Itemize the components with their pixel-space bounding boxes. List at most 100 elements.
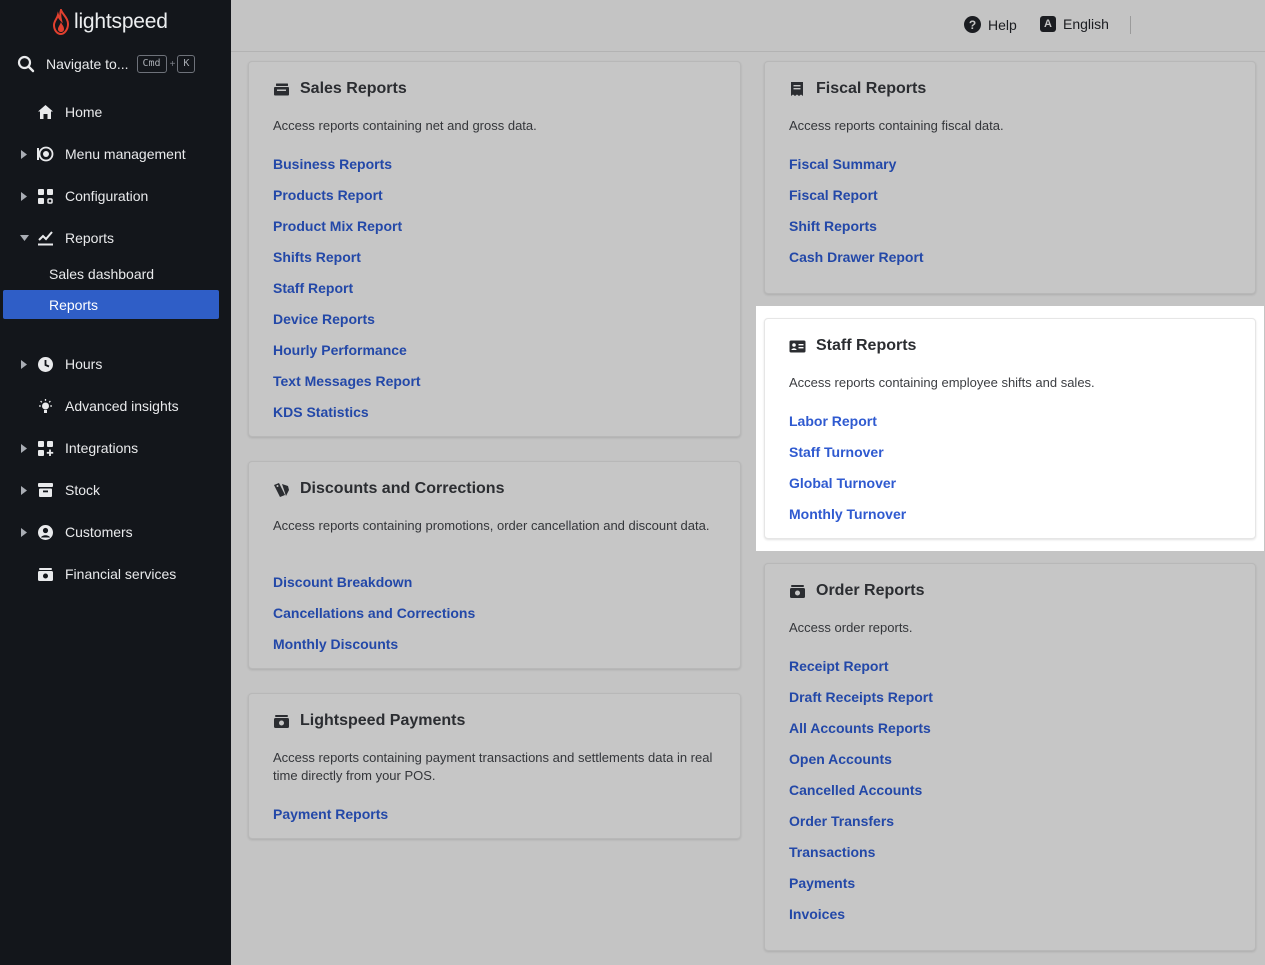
sidebar-item-label: Menu management bbox=[65, 146, 186, 162]
report-link[interactable]: Text Messages Report bbox=[273, 372, 421, 403]
sidebar-item-customers[interactable]: Customers bbox=[0, 518, 231, 546]
caret-right-icon bbox=[19, 359, 29, 369]
sales-reports-card: Sales Reports Access reports containing … bbox=[248, 61, 741, 437]
report-link[interactable]: Payment Reports bbox=[273, 805, 388, 836]
language-selector[interactable]: A English bbox=[1040, 16, 1109, 32]
search-icon bbox=[17, 55, 35, 73]
sidebar-item-label: Hours bbox=[65, 356, 103, 372]
report-link[interactable]: Monthly Turnover bbox=[789, 505, 906, 536]
report-link[interactable]: Shifts Report bbox=[273, 248, 421, 279]
report-link[interactable]: Product Mix Report bbox=[273, 217, 421, 248]
navigate-label: Navigate to... bbox=[46, 56, 129, 72]
link-list: Payment Reports bbox=[273, 805, 388, 836]
sidebar-item-stock[interactable]: Stock bbox=[0, 476, 231, 504]
caret-right-icon bbox=[19, 485, 29, 495]
link-list: Discount Breakdown Cancellations and Cor… bbox=[273, 573, 475, 666]
sidebar-subitem-label: Sales dashboard bbox=[49, 265, 155, 282]
sidebar-item-reports[interactable]: Reports bbox=[0, 224, 231, 252]
k-key: K bbox=[177, 55, 196, 73]
report-link[interactable]: Payments bbox=[789, 874, 933, 905]
report-link[interactable]: Cash Drawer Report bbox=[789, 248, 924, 279]
report-link[interactable]: Cancelled Accounts bbox=[789, 781, 933, 812]
help-label: Help bbox=[988, 16, 1017, 33]
card-title: Fiscal Reports bbox=[816, 80, 927, 97]
topbar-divider bbox=[1130, 16, 1131, 34]
report-link[interactable]: Cancellations and Corrections bbox=[273, 604, 475, 635]
report-link[interactable]: Products Report bbox=[273, 186, 421, 217]
caret-right-icon bbox=[19, 527, 29, 537]
report-link[interactable]: Receipt Report bbox=[789, 657, 933, 688]
sidebar: lightspeed Navigate to... Cmd + K Home M… bbox=[0, 0, 231, 965]
report-link[interactable]: KDS Statistics bbox=[273, 403, 421, 434]
card-description: Access order reports. bbox=[789, 620, 913, 635]
shortcut-plus: + bbox=[169, 58, 176, 70]
report-link[interactable]: Business Reports bbox=[273, 155, 421, 186]
sidebar-item-integrations[interactable]: Integrations bbox=[0, 434, 231, 462]
card-title: Staff Reports bbox=[816, 337, 917, 354]
report-link[interactable]: Discount Breakdown bbox=[273, 573, 475, 604]
id-card-icon bbox=[788, 338, 806, 354]
sidebar-item-financial-services[interactable]: Financial services bbox=[0, 560, 231, 588]
sidebar-item-label: Advanced insights bbox=[65, 398, 179, 414]
report-link[interactable]: Draft Receipts Report bbox=[789, 688, 933, 719]
card-title: Discounts and Corrections bbox=[300, 480, 505, 497]
report-link[interactable]: Fiscal Report bbox=[789, 186, 924, 217]
sidebar-item-label: Configuration bbox=[65, 188, 149, 204]
report-link[interactable]: Monthly Discounts bbox=[273, 635, 475, 666]
clock-icon bbox=[36, 355, 54, 373]
sidebar-item-hours[interactable]: Hours bbox=[0, 350, 231, 378]
link-list: Business Reports Products Report Product… bbox=[273, 155, 421, 434]
card-title: Lightspeed Payments bbox=[300, 712, 466, 729]
payments-icon bbox=[272, 713, 290, 729]
language-label: English bbox=[1063, 16, 1109, 32]
report-link[interactable]: Invoices bbox=[789, 905, 933, 936]
report-link[interactable]: Hourly Performance bbox=[273, 341, 421, 372]
reports-icon bbox=[36, 229, 54, 247]
report-link[interactable]: Fiscal Summary bbox=[789, 155, 924, 186]
sidebar-item-menu-management[interactable]: Menu management bbox=[0, 140, 231, 168]
navigate-search[interactable]: Navigate to... Cmd + K bbox=[17, 53, 196, 75]
brand-name: lightspeed bbox=[74, 10, 168, 33]
caret-right-icon bbox=[19, 191, 29, 201]
discount-tag-icon bbox=[272, 481, 290, 497]
sidebar-subitem-label: Reports bbox=[49, 296, 99, 313]
sidebar-item-advanced-insights[interactable]: Advanced insights bbox=[0, 392, 231, 420]
link-list: Receipt Report Draft Receipts Report All… bbox=[789, 657, 933, 936]
order-reports-card: Order Reports Access order reports. Rece… bbox=[764, 563, 1256, 951]
receipt-icon bbox=[788, 81, 806, 97]
report-link[interactable]: Order Transfers bbox=[789, 812, 933, 843]
sidebar-item-label: Integrations bbox=[65, 440, 139, 456]
report-link[interactable]: Staff Report bbox=[273, 279, 421, 310]
customer-icon bbox=[36, 523, 54, 541]
card-title: Sales Reports bbox=[300, 80, 407, 97]
report-link[interactable]: Device Reports bbox=[273, 310, 421, 341]
caret-down-icon bbox=[19, 233, 29, 243]
report-link[interactable]: All Accounts Reports bbox=[789, 719, 933, 750]
card-description: Access reports containing promotions, or… bbox=[273, 518, 710, 533]
fiscal-reports-card: Fiscal Reports Access reports containing… bbox=[764, 61, 1256, 294]
sidebar-subitem-reports[interactable]: Reports bbox=[3, 290, 219, 319]
report-link[interactable]: Shift Reports bbox=[789, 217, 924, 248]
sidebar-item-label: Financial services bbox=[65, 566, 177, 582]
menu-management-icon bbox=[36, 145, 54, 163]
sidebar-item-label: Reports bbox=[65, 230, 115, 246]
report-link[interactable]: Staff Turnover bbox=[789, 443, 906, 474]
lightspeed-logo[interactable]: lightspeed bbox=[52, 9, 168, 35]
top-bar: ? Help A English bbox=[231, 0, 1265, 52]
sidebar-item-home[interactable]: Home bbox=[0, 98, 231, 126]
caret-right-icon bbox=[19, 443, 29, 453]
language-icon: A bbox=[1040, 16, 1056, 32]
order-icon bbox=[788, 583, 806, 599]
report-link[interactable]: Open Accounts bbox=[789, 750, 933, 781]
caret-right-icon bbox=[19, 149, 29, 159]
discounts-card: Discounts and Corrections Access reports… bbox=[248, 461, 741, 669]
sidebar-item-configuration[interactable]: Configuration bbox=[0, 182, 231, 210]
sidebar-subitem-sales-dashboard[interactable]: Sales dashboard bbox=[3, 259, 219, 288]
report-link[interactable]: Labor Report bbox=[789, 412, 906, 443]
report-link[interactable]: Global Turnover bbox=[789, 474, 906, 505]
help-button[interactable]: ? Help bbox=[964, 16, 1017, 33]
report-link[interactable]: Transactions bbox=[789, 843, 933, 874]
cmd-key: Cmd bbox=[136, 55, 167, 73]
staff-reports-card: Staff Reports Access reports containing … bbox=[764, 318, 1256, 539]
configuration-icon bbox=[36, 187, 54, 205]
